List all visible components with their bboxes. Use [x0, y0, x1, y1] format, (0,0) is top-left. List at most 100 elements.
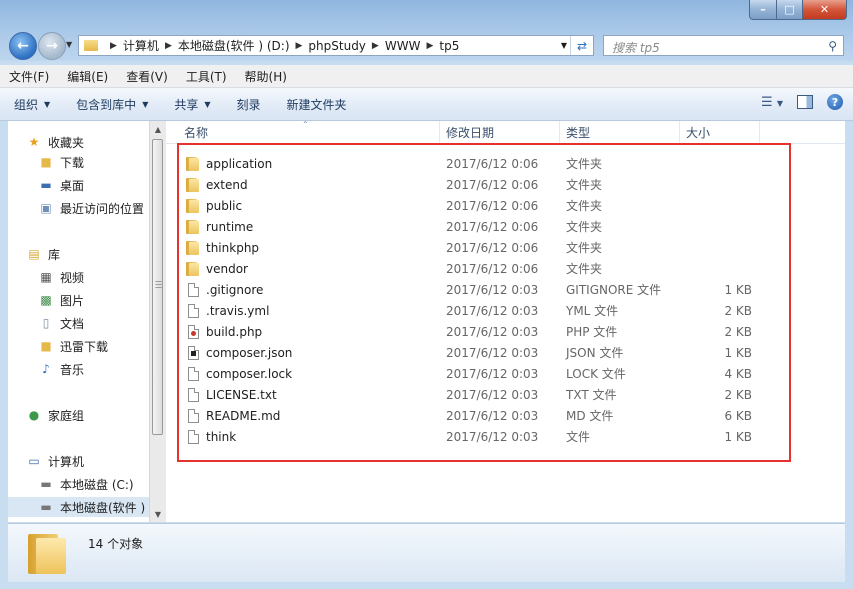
breadcrumb-separator-icon[interactable]: ▶ [106, 41, 121, 51]
address-bar[interactable]: ▶ 计算机 ▶ 本地磁盘(软件 ) (D:) ▶ phpStudy ▶ WWW ▶ tp5 ▼ ⇄ [78, 35, 594, 56]
toolbar-button[interactable]: 刻录 [223, 96, 273, 113]
column-name[interactable]: 名称 ⌃ [166, 120, 440, 143]
file-name: application [206, 156, 273, 171]
file-row[interactable]: public 2017/6/12 0:06 文件夹 [166, 195, 845, 216]
back-button[interactable]: ← [9, 32, 37, 60]
column-size-label: 大小 [686, 125, 711, 140]
search-box[interactable]: 搜索 tp5 ⚲ [603, 35, 844, 56]
file-row[interactable]: thinkphp 2017/6/12 0:06 文件夹 [166, 237, 845, 258]
help-button[interactable]: ? [827, 94, 843, 110]
nav-item[interactable]: ♪ 音乐 [8, 359, 149, 379]
name-cell: .gitignore [185, 279, 263, 300]
recent-pages-dropdown[interactable]: ▼ [66, 40, 72, 49]
modified-date: 2017/6/12 0:03 [446, 345, 539, 360]
arrow-right-icon: → [46, 38, 58, 54]
breadcrumb-item[interactable]: phpStudy [306, 39, 368, 53]
menu-item[interactable]: 文件(F) [0, 68, 58, 85]
json-file-icon [185, 345, 201, 360]
toolbar-button[interactable]: 组织 ▼ [0, 96, 62, 113]
change-view-button[interactable]: ☰ ▼ [761, 95, 783, 110]
file-row[interactable]: vendor 2017/6/12 0:06 文件夹 [166, 258, 845, 279]
column-header: 名称 ⌃ 修改日期 类型 大小 [166, 120, 845, 144]
file-row[interactable]: composer.json 2017/6/12 0:03 JSON 文件 1 KB [166, 342, 845, 363]
breadcrumb-item[interactable]: tp5 [437, 39, 461, 53]
name-cell: thinkphp [185, 237, 259, 258]
breadcrumb-separator-icon[interactable]: ▶ [422, 41, 437, 51]
address-history-dropdown[interactable]: ▼ [561, 41, 567, 50]
file-type: 文件夹 [566, 241, 603, 255]
minimize-button[interactable]: – [749, 0, 777, 20]
menu-item[interactable]: 查看(V) [117, 68, 177, 85]
file-row[interactable]: .gitignore 2017/6/12 0:03 GITIGNORE 文件 1 KB [166, 279, 845, 300]
menu-item[interactable]: 工具(T) [177, 68, 236, 85]
file-row[interactable]: runtime 2017/6/12 0:06 文件夹 [166, 216, 845, 237]
nav-item[interactable]: ● 家庭组 [8, 405, 149, 425]
nav-item[interactable]: ▤ 库 [8, 244, 149, 264]
file-row[interactable]: application 2017/6/12 0:06 文件夹 [166, 153, 845, 174]
nav-item[interactable]: ▬ 本地磁盘(软件 ) [8, 497, 149, 517]
search-input[interactable]: 搜索 tp5 [612, 39, 660, 56]
navigation-scrollbar[interactable]: ▲ — — — ▼ [149, 121, 166, 522]
file-row[interactable]: build.php 2017/6/12 0:03 PHP 文件 2 KB [166, 321, 845, 342]
toolbar-button[interactable]: 共享 ▼ [160, 96, 222, 113]
file-row[interactable]: README.md 2017/6/12 0:03 MD 文件 6 KB [166, 405, 845, 426]
file-size: 2 KB [724, 324, 752, 339]
nav-item[interactable]: ▭ 计算机 [8, 451, 149, 471]
toolbar-button[interactable]: 新建文件夹 [273, 96, 359, 113]
file-name: composer.json [206, 345, 293, 360]
file-type: YML 文件 [566, 304, 619, 318]
name-cell: build.php [185, 321, 262, 342]
modified-date: 2017/6/12 0:06 [446, 219, 539, 234]
scroll-down-button[interactable]: ▼ [150, 506, 166, 522]
nav-item-label: 本地磁盘 (C:) [60, 477, 134, 492]
file-row[interactable]: composer.lock 2017/6/12 0:03 LOCK 文件 4 KB [166, 363, 845, 384]
breadcrumb-separator-icon[interactable]: ▶ [368, 41, 383, 51]
nav-item[interactable]: ★ 收藏夹 [8, 132, 149, 152]
breadcrumb-separator-icon[interactable]: ▶ [161, 41, 176, 51]
menu-item[interactable]: 编辑(E) [58, 68, 117, 85]
modified-date: 2017/6/12 0:06 [446, 261, 539, 276]
modified-date: 2017/6/12 0:03 [446, 324, 539, 339]
breadcrumb-item[interactable]: 本地磁盘(软件 ) (D:) [176, 37, 292, 54]
nav-item[interactable]: ▯ 文档 [8, 313, 149, 333]
column-type[interactable]: 类型 [560, 121, 680, 143]
maximize-button[interactable]: □ [777, 0, 803, 20]
toolbar-button-label: 组织 [14, 97, 39, 112]
file-icon [185, 429, 201, 444]
star-icon: ★ [28, 135, 40, 149]
file-row[interactable]: .travis.yml 2017/6/12 0:03 YML 文件 2 KB [166, 300, 845, 321]
file-row[interactable]: LICENSE.txt 2017/6/12 0:03 TXT 文件 2 KB [166, 384, 845, 405]
breadcrumb-item[interactable]: 计算机 [121, 37, 161, 54]
refresh-button[interactable]: ⇄ [570, 36, 593, 55]
search-icon[interactable]: ⚲ [828, 39, 837, 53]
modified-date: 2017/6/12 0:06 [446, 198, 539, 213]
breadcrumb-item[interactable]: WWW [383, 39, 423, 53]
file-row[interactable]: think 2017/6/12 0:03 文件 1 KB [166, 426, 845, 447]
nav-item[interactable]: ▣ 最近访问的位置 [8, 198, 149, 218]
close-button[interactable]: ✕ [803, 0, 847, 20]
file-size: 4 KB [724, 366, 752, 381]
file-name: think [206, 429, 237, 444]
column-date[interactable]: 修改日期 [440, 121, 560, 143]
nav-item[interactable]: ■ 下载 [8, 152, 149, 172]
toolbar-button[interactable]: 包含到库中 ▼ [62, 96, 160, 113]
column-size[interactable]: 大小 [680, 121, 760, 143]
nav-item[interactable]: ■ 迅雷下载 [8, 336, 149, 356]
file-name: build.php [206, 324, 263, 339]
address-row: ← → ▼ ▶ 计算机 ▶ 本地磁盘(软件 ) (D:) ▶ phpStudy ▶ WWW ▶ t… [0, 30, 853, 62]
scroll-up-button[interactable]: ▲ [150, 121, 166, 137]
nav-item[interactable]: ▦ 视频 [8, 267, 149, 287]
modified-date: 2017/6/12 0:06 [446, 177, 539, 192]
toolbar-button-label: 包含到库中 [76, 97, 137, 112]
nav-item[interactable]: ▩ 图片 [8, 290, 149, 310]
menu-item[interactable]: 帮助(H) [236, 68, 296, 85]
file-row[interactable]: extend 2017/6/12 0:06 文件夹 [166, 174, 845, 195]
scrollbar-thumb[interactable]: — — — [152, 139, 163, 435]
preview-pane-button[interactable] [797, 95, 813, 109]
breadcrumb-separator-icon[interactable]: ▶ [292, 41, 307, 51]
video-icon: ▦ [40, 270, 52, 284]
nav-item[interactable]: ▬ 桌面 [8, 175, 149, 195]
forward-button[interactable]: → [38, 32, 66, 60]
nav-item[interactable]: ▬ 本地磁盘 (C:) [8, 474, 149, 494]
nav-item-label: 计算机 [48, 454, 85, 469]
